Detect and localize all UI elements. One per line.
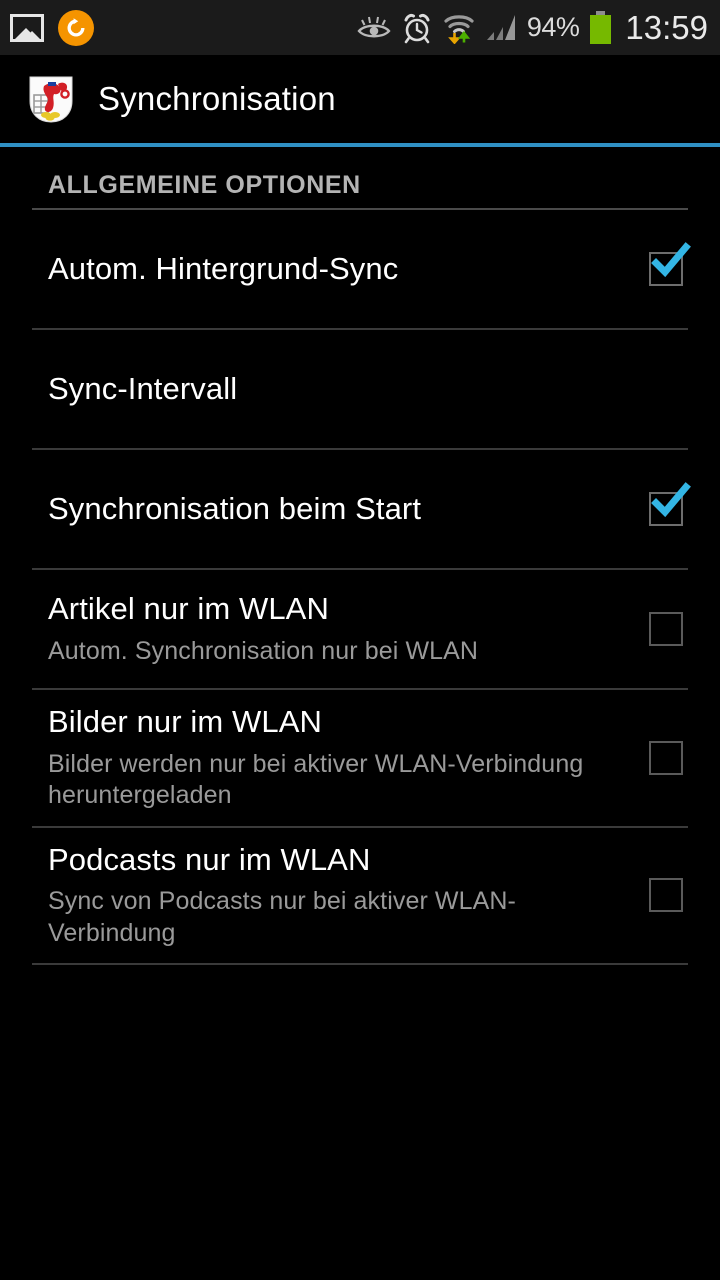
preference-title: Bilder nur im WLAN	[48, 704, 322, 739]
page-title: Synchronisation	[98, 80, 336, 117]
preference-checkbox[interactable]	[644, 482, 691, 531]
preference-text: Podcasts nur im WLAN Sync von Podcasts nu…	[48, 842, 644, 950]
sync-arrow-glyph	[67, 17, 85, 36]
preference-checkbox[interactable]	[644, 242, 691, 291]
preference-row[interactable]: Bilder nur im WLAN Bilder werden nur bei …	[0, 690, 720, 826]
preference-title: Podcasts nur im WLAN	[48, 841, 371, 877]
checkmark-icon	[651, 482, 691, 518]
screenshot-photo-icon	[10, 13, 44, 42]
preference-summary: Autom. Synchronisation nur bei WLAN	[48, 636, 479, 665]
preference-summary: Bilder werden nur bei aktiver WLAN-Verbi…	[48, 749, 584, 810]
preference-row[interactable]: Autom. Hintergrund-Sync	[0, 210, 720, 328]
preference-checkbox[interactable]	[644, 873, 688, 917]
preference-checkbox[interactable]	[644, 607, 688, 651]
preference-title: Autom. Hintergrund-Sync	[48, 250, 399, 286]
status-bar[interactable]: 94% 13:59	[0, 0, 720, 55]
preference-text: Artikel nur im WLAN Autom. Synchronisatio…	[48, 591, 644, 667]
preference-title: Sync-Intervall	[48, 370, 238, 406]
status-bar-clock: 13:59	[625, 9, 708, 46]
preference-checkbox[interactable]	[644, 736, 688, 780]
battery-icon	[590, 11, 612, 44]
battery-percent-label: 94%	[526, 12, 580, 42]
checkbox-box	[649, 740, 683, 775]
divider	[32, 963, 688, 966]
action-bar[interactable]: Synchronisation	[0, 55, 720, 143]
preference-text: Autom. Hintergrund-Sync	[48, 251, 644, 288]
preference-title: Artikel nur im WLAN	[48, 590, 329, 626]
smart-stay-eye-icon	[357, 16, 391, 37]
preference-text: Synchronisation beim Start	[48, 491, 644, 528]
preference-title: Synchronisation beim Start	[48, 490, 422, 526]
preference-row[interactable]: Sync-Intervall	[0, 330, 720, 448]
checkbox-box	[649, 612, 683, 646]
checkmark-icon	[651, 242, 691, 278]
section-header-label: ALLGEMEINE OPTIONEN	[48, 171, 361, 199]
section-header: ALLGEMEINE OPTIONEN	[0, 147, 720, 208]
preferences-list: ALLGEMEINE OPTIONEN Autom. Hintergrund-Sy…	[0, 147, 720, 966]
wifi-transfer-icon	[444, 14, 474, 44]
preference-row[interactable]: Podcasts nur im WLAN Sync von Podcasts nu…	[0, 828, 720, 964]
preference-row[interactable]: Artikel nur im WLAN Autom. Synchronisatio…	[0, 570, 720, 688]
wuppertal-coat-of-arms-icon[interactable]	[22, 70, 80, 128]
alarm-clock-icon	[404, 13, 430, 43]
preference-summary: Sync von Podcasts nur bei aktiver WLAN-V…	[48, 887, 516, 947]
preference-text: Sync-Intervall	[48, 371, 688, 408]
preference-row[interactable]: Synchronisation beim Start	[0, 450, 720, 568]
preference-text: Bilder nur im WLAN Bilder werden nur bei …	[48, 704, 644, 812]
status-bar-notifications	[10, 9, 94, 46]
checkbox-box	[649, 878, 683, 913]
sync-notification-icon	[58, 9, 94, 46]
status-bar-system-icons: 94% 13:59	[357, 11, 708, 44]
cellular-signal-icon	[486, 14, 515, 40]
